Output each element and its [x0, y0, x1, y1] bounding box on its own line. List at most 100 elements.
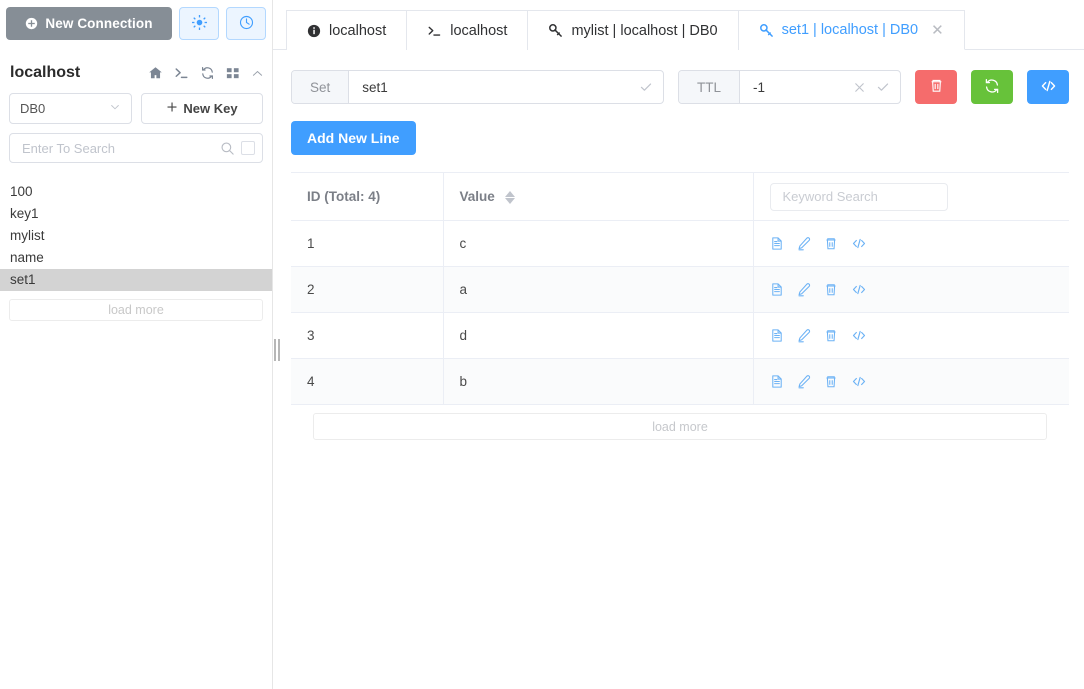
new-key-button[interactable]: New Key: [141, 93, 263, 124]
key-icon: [759, 23, 774, 38]
code-icon[interactable]: [851, 282, 867, 297]
refresh-icon[interactable]: [200, 66, 215, 80]
cell-value: d: [443, 312, 754, 359]
table-load-more-button[interactable]: load more: [313, 413, 1047, 440]
terminal-icon[interactable]: [174, 66, 189, 80]
new-connection-button[interactable]: New Connection: [6, 7, 172, 40]
grid-icon[interactable]: [226, 66, 240, 80]
host-name: localhost: [10, 64, 81, 81]
info-icon: [307, 24, 321, 38]
delete-icon[interactable]: [824, 236, 838, 251]
search-icon[interactable]: [220, 141, 235, 156]
keyword-search-box: [769, 182, 948, 211]
list-item[interactable]: 100: [0, 181, 272, 203]
detail-icon[interactable]: [770, 374, 784, 389]
plus-circle-icon: [25, 17, 38, 30]
delete-icon[interactable]: [824, 282, 838, 297]
sidebar-load-more-button[interactable]: load more: [9, 299, 263, 321]
refresh-key-button[interactable]: [971, 70, 1013, 104]
splitter-line: [278, 339, 280, 361]
tab-label: mylist | localhost | DB0: [571, 22, 718, 39]
clock-icon: [239, 15, 254, 33]
cell-actions: [753, 220, 1069, 267]
list-item[interactable]: mylist: [0, 225, 272, 247]
detail-icon[interactable]: [770, 282, 784, 297]
ttl-value: -1: [753, 79, 766, 95]
settings-button[interactable]: [179, 7, 219, 40]
delete-icon[interactable]: [824, 374, 838, 389]
detail-icon[interactable]: [770, 236, 784, 251]
tab-label: set1 | localhost | DB0: [781, 22, 919, 38]
detail-icon[interactable]: [770, 328, 784, 343]
refresh-icon: [984, 78, 1000, 97]
list-item-active[interactable]: set1: [0, 269, 272, 291]
tab-localhost-cli[interactable]: localhost: [407, 10, 529, 50]
table-head: ID (Total: 4) Value: [291, 172, 1069, 221]
key-name-input-wrap[interactable]: set1: [349, 71, 663, 103]
db-select[interactable]: DB0: [9, 93, 132, 124]
code-icon: [1040, 78, 1057, 97]
row-actions: [770, 328, 1054, 343]
db-select-value: DB0: [20, 101, 46, 116]
sort-ascending-caret: [504, 190, 515, 197]
row-actions: [770, 236, 1054, 251]
table-row[interactable]: 4 b: [291, 358, 1069, 405]
key-type-label: Set: [292, 71, 350, 103]
cell-value: a: [443, 266, 754, 313]
tab-label: localhost: [329, 22, 387, 39]
sidebar-top-bar: New Connection: [0, 0, 272, 47]
clear-icon[interactable]: [853, 81, 866, 94]
tab-mylist[interactable]: mylist | localhost | DB0: [528, 10, 739, 50]
cell-value: b: [443, 358, 754, 405]
app-root: New Connection localhost DB0 New Key Ent…: [0, 0, 1084, 689]
keyword-search-input[interactable]: [780, 188, 937, 205]
chevron-down-icon: [109, 101, 121, 116]
code-view-button[interactable]: [1027, 70, 1069, 104]
key-name-field: Set set1: [291, 70, 664, 104]
edit-icon[interactable]: [797, 236, 811, 251]
check-icon[interactable]: [876, 80, 890, 94]
column-header-value[interactable]: Value: [443, 172, 754, 221]
cell-id: 3: [291, 312, 444, 359]
key-toolbar: Set set1 TTL -1: [273, 50, 1084, 104]
panel-splitter-handle[interactable]: [272, 338, 282, 362]
table-row[interactable]: 2 a: [291, 266, 1069, 313]
column-header-value-label: Value: [459, 189, 495, 204]
search-input[interactable]: [20, 139, 214, 157]
edit-icon[interactable]: [797, 374, 811, 389]
code-icon[interactable]: [851, 374, 867, 389]
ttl-input-wrap[interactable]: -1: [740, 71, 900, 103]
list-item[interactable]: key1: [0, 203, 272, 225]
values-table-wrap: ID (Total: 4) Value Keyword Search 1 c 2…: [291, 172, 1069, 440]
key-icon: [548, 23, 563, 38]
code-icon[interactable]: [851, 328, 867, 343]
search-regex-checkbox[interactable]: [241, 141, 255, 155]
delete-icon[interactable]: [824, 328, 838, 343]
new-key-label: New Key: [183, 101, 238, 116]
delete-icon: [929, 78, 944, 96]
table-row[interactable]: 1 c: [291, 220, 1069, 267]
key-name-value: set1: [362, 79, 388, 95]
sort-icon[interactable]: [504, 190, 515, 204]
edit-icon[interactable]: [797, 328, 811, 343]
history-button[interactable]: [226, 7, 266, 40]
tab-set1[interactable]: set1 | localhost | DB0 ✕: [738, 10, 965, 50]
chevron-up-icon[interactable]: [251, 67, 264, 80]
check-icon[interactable]: [639, 80, 653, 94]
home-icon[interactable]: [148, 66, 163, 80]
splitter-line: [274, 339, 276, 361]
table-row[interactable]: 3 d: [291, 312, 1069, 359]
sun-icon: [191, 14, 207, 33]
delete-key-button[interactable]: [915, 70, 957, 104]
values-table: ID (Total: 4) Value Keyword Search 1 c 2…: [291, 172, 1069, 405]
sort-descending-caret: [504, 197, 515, 204]
cell-id: 4: [291, 358, 444, 405]
edit-icon[interactable]: [797, 282, 811, 297]
table-header-row: ID (Total: 4) Value: [291, 172, 1069, 221]
code-icon[interactable]: [851, 236, 867, 251]
new-connection-label: New Connection: [45, 16, 153, 31]
list-item[interactable]: name: [0, 247, 272, 269]
close-icon[interactable]: ✕: [931, 21, 944, 39]
add-new-line-button[interactable]: Add New Line: [291, 121, 416, 155]
tab-localhost-info[interactable]: localhost: [286, 10, 408, 50]
